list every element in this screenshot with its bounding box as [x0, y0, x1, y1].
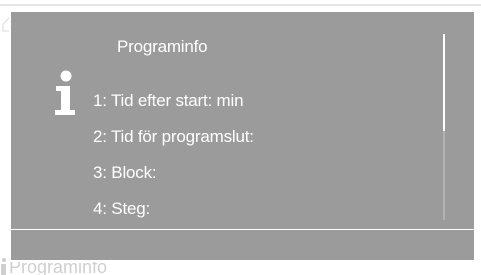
scrollbar-thumb[interactable]: [443, 34, 445, 131]
dialog-title: Programinfo: [117, 37, 208, 56]
screen: Programinfo Programinfo 1: Tid efter sta…: [0, 0, 481, 275]
program-info-list: 1: Tid efter start: min 2: Tid för progr…: [93, 90, 254, 234]
list-item-elapsed-time[interactable]: 1: Tid efter start: min: [93, 90, 254, 126]
info-icon: [0, 256, 7, 275]
program-info-dialog: Programinfo 1: Tid efter start: min 2: T…: [9, 10, 476, 262]
dialog-footer-divider: [11, 229, 474, 230]
list-item-block[interactable]: 3: Block:: [93, 162, 254, 198]
background-top-line: [0, 4, 481, 6]
list-item-time-to-end[interactable]: 2: Tid för programslut:: [93, 126, 254, 162]
info-icon: [55, 70, 75, 115]
